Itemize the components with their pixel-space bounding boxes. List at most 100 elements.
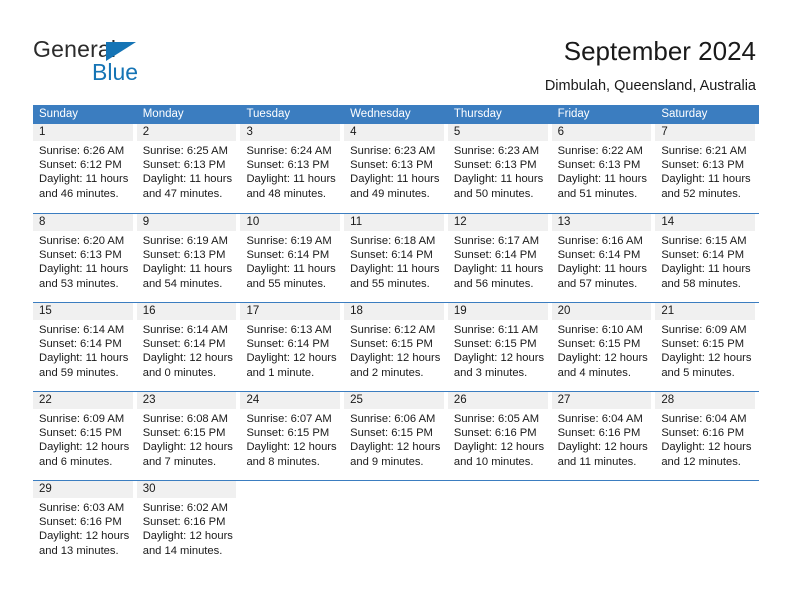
brand-logo[interactable]: General Blue [33, 36, 203, 86]
calendar-day-cell[interactable]: 4 Sunrise: 6:23 AM Sunset: 6:13 PM Daylight… [344, 124, 448, 213]
calendar-day-cell[interactable]: 17 Sunrise: 6:13 AM Sunset: 6:14 PM Dayligh… [240, 303, 344, 391]
weekday-header-friday: Friday [557, 108, 590, 120]
daylight-text-line1: Daylight: 12 hours [142, 352, 233, 365]
daylight-text-line2: and 58 minutes. [661, 277, 741, 290]
sunrise-text: Sunrise: 6:09 AM [661, 324, 747, 336]
sunrise-text: Sunrise: 6:24 AM [246, 145, 332, 157]
calendar-day-cell[interactable]: 15 Sunrise: 6:14 AM Sunset: 6:14 PM Dayligh… [33, 303, 137, 391]
sunrise-text: Sunrise: 6:15 AM [661, 235, 747, 247]
sunrise-text: Sunrise: 6:12 AM [350, 324, 436, 336]
day-number: 4 [344, 124, 444, 141]
sunrise-text: Sunrise: 6:19 AM [246, 235, 332, 247]
sunset-text: Sunset: 6:13 PM [557, 159, 641, 172]
daylight-text-line1: Daylight: 12 hours [453, 352, 545, 365]
day-details: Sunrise: 6:14 AM Sunset: 6:14 PM Daylight:… [33, 320, 133, 380]
day-cell-inner: 29 Sunrise: 6:03 AM Sunset: 6:16 PM Dayligh… [33, 481, 133, 569]
brand-name-blue: Blue [92, 59, 139, 85]
calendar-day-cell[interactable]: 24 Sunrise: 6:07 AM Sunset: 6:15 PM Dayligh… [240, 392, 344, 480]
calendar-day-cell[interactable]: 9 Sunrise: 6:19 AM Sunset: 6:13 PM Daylight… [136, 214, 241, 302]
day-details: Sunrise: 6:17 AM Sunset: 6:14 PM Daylight:… [448, 231, 548, 291]
daylight-text-line2: and 4 minutes. [557, 366, 631, 379]
calendar-day-cell[interactable]: 28 Sunrise: 6:04 AM Sunset: 6:16 PM Dayligh… [655, 392, 759, 480]
calendar-day-cell[interactable]: 16 Sunrise: 6:14 AM Sunset: 6:14 PM Dayligh… [136, 303, 241, 391]
daylight-text-line1: Daylight: 12 hours [453, 441, 545, 454]
sunrise-text: Sunrise: 6:04 AM [557, 413, 643, 425]
sunset-text: Sunset: 6:16 PM [453, 427, 537, 440]
sunrise-text: Sunrise: 6:14 AM [39, 324, 125, 336]
day-number: 8 [33, 214, 133, 231]
calendar-day-cell[interactable]: 6 Sunrise: 6:22 AM Sunset: 6:13 PM Daylight… [551, 124, 656, 213]
daylight-text-line1: Daylight: 12 hours [350, 352, 441, 365]
calendar-day-cell[interactable]: 2 Sunrise: 6:25 AM Sunset: 6:13 PM Daylight… [136, 124, 241, 213]
day-cell-inner: 25 Sunrise: 6:06 AM Sunset: 6:15 PM Dayligh… [344, 392, 444, 480]
daylight-text-line1: Daylight: 12 hours [557, 352, 648, 365]
calendar-day-cell[interactable]: 12 Sunrise: 6:17 AM Sunset: 6:14 PM Dayligh… [447, 214, 552, 302]
daylight-text-line2: and 13 minutes. [39, 544, 119, 557]
calendar-day-cell[interactable]: 21 Sunrise: 6:09 AM Sunset: 6:15 PM Dayligh… [655, 303, 759, 391]
sunset-text: Sunset: 6:14 PM [246, 249, 330, 262]
sunrise-text: Sunrise: 6:09 AM [39, 413, 125, 425]
calendar-day-cell[interactable]: 20 Sunrise: 6:10 AM Sunset: 6:15 PM Dayligh… [551, 303, 656, 391]
daylight-text-line2: and 50 minutes. [453, 187, 534, 200]
sunset-text: Sunset: 6:14 PM [246, 338, 330, 351]
calendar-day-cell[interactable]: 25 Sunrise: 6:06 AM Sunset: 6:15 PM Dayligh… [344, 392, 448, 480]
day-number: 1 [33, 124, 133, 141]
daylight-text-line1: Daylight: 12 hours [350, 441, 441, 454]
day-number: 22 [33, 392, 133, 409]
calendar-week-row: 29 Sunrise: 6:03 AM Sunset: 6:16 PM Dayligh… [33, 480, 759, 569]
sunrise-text: Sunrise: 6:14 AM [142, 324, 228, 336]
sunset-text: Sunset: 6:13 PM [142, 249, 226, 262]
sunrise-text: Sunrise: 6:13 AM [246, 324, 332, 336]
calendar-day-cell[interactable]: 10 Sunrise: 6:19 AM Sunset: 6:14 PM Dayligh… [240, 214, 344, 302]
day-details: Sunrise: 6:03 AM Sunset: 6:16 PM Daylight:… [33, 498, 133, 558]
daylight-text-line1: Daylight: 11 hours [39, 263, 129, 276]
day-number [344, 481, 444, 498]
day-cell-inner [655, 481, 755, 569]
calendar-day-cell[interactable]: 29 Sunrise: 6:03 AM Sunset: 6:16 PM Dayligh… [33, 481, 137, 569]
day-number: 2 [136, 124, 237, 141]
daylight-text-line1: Daylight: 11 hours [661, 263, 751, 276]
sunset-text: Sunset: 6:14 PM [661, 249, 745, 262]
day-number: 17 [240, 303, 341, 320]
daylight-text-line1: Daylight: 11 hours [661, 173, 751, 186]
calendar-week-row: 1 Sunrise: 6:26 AM Sunset: 6:12 PM Daylight… [33, 124, 759, 213]
calendar-day-cell[interactable]: 22 Sunrise: 6:09 AM Sunset: 6:15 PM Dayligh… [33, 392, 137, 480]
day-details: Sunrise: 6:19 AM Sunset: 6:14 PM Daylight:… [240, 231, 340, 291]
day-number: 16 [136, 303, 237, 320]
sunrise-text: Sunrise: 6:22 AM [557, 145, 643, 157]
calendar-empty-cell [344, 481, 448, 569]
calendar-day-cell[interactable]: 13 Sunrise: 6:16 AM Sunset: 6:14 PM Dayligh… [551, 214, 656, 302]
page-subtitle: Dimbulah, Queensland, Australia [544, 78, 756, 94]
day-cell-inner: 19 Sunrise: 6:11 AM Sunset: 6:15 PM Dayligh… [447, 303, 548, 391]
calendar-day-cell[interactable]: 18 Sunrise: 6:12 AM Sunset: 6:15 PM Dayligh… [344, 303, 448, 391]
day-details: Sunrise: 6:14 AM Sunset: 6:14 PM Daylight:… [137, 320, 237, 380]
sunrise-text: Sunrise: 6:02 AM [142, 502, 228, 514]
day-details: Sunrise: 6:15 AM Sunset: 6:14 PM Daylight:… [655, 231, 755, 291]
day-cell-inner: 2 Sunrise: 6:25 AM Sunset: 6:13 PM Daylight… [136, 124, 237, 213]
daylight-text-line2: and 52 minutes. [661, 187, 741, 200]
calendar-day-cell[interactable]: 5 Sunrise: 6:23 AM Sunset: 6:13 PM Daylight… [447, 124, 552, 213]
day-number: 30 [136, 481, 237, 498]
calendar-day-cell[interactable]: 7 Sunrise: 6:21 AM Sunset: 6:13 PM Daylight… [655, 124, 759, 213]
daylight-text-line2: and 55 minutes. [246, 277, 327, 290]
daylight-text-line2: and 14 minutes. [142, 544, 223, 557]
calendar-day-cell[interactable]: 11 Sunrise: 6:18 AM Sunset: 6:14 PM Dayligh… [344, 214, 448, 302]
calendar-day-cell[interactable]: 3 Sunrise: 6:24 AM Sunset: 6:13 PM Daylight… [240, 124, 344, 213]
daylight-text-line1: Daylight: 11 hours [39, 352, 129, 365]
day-details: Sunrise: 6:25 AM Sunset: 6:13 PM Daylight:… [137, 141, 237, 201]
sunrise-text: Sunrise: 6:03 AM [39, 502, 125, 514]
calendar-day-cell[interactable]: 26 Sunrise: 6:05 AM Sunset: 6:16 PM Dayligh… [447, 392, 552, 480]
day-number [240, 481, 340, 498]
daylight-text-line2: and 48 minutes. [246, 187, 327, 200]
calendar-day-cell[interactable]: 23 Sunrise: 6:08 AM Sunset: 6:15 PM Dayligh… [136, 392, 241, 480]
day-details: Sunrise: 6:11 AM Sunset: 6:15 PM Daylight:… [448, 320, 548, 380]
calendar-day-cell[interactable]: 14 Sunrise: 6:15 AM Sunset: 6:14 PM Dayligh… [655, 214, 759, 302]
daylight-text-line2: and 57 minutes. [557, 277, 638, 290]
calendar-day-cell[interactable]: 27 Sunrise: 6:04 AM Sunset: 6:16 PM Dayligh… [551, 392, 656, 480]
calendar-day-cell[interactable]: 1 Sunrise: 6:26 AM Sunset: 6:12 PM Daylight… [33, 124, 137, 213]
calendar-day-cell[interactable]: 8 Sunrise: 6:20 AM Sunset: 6:13 PM Daylight… [33, 214, 137, 302]
calendar-day-cell[interactable]: 19 Sunrise: 6:11 AM Sunset: 6:15 PM Dayligh… [447, 303, 552, 391]
calendar-day-cell[interactable]: 30 Sunrise: 6:02 AM Sunset: 6:16 PM Dayligh… [136, 481, 241, 569]
day-cell-inner: 5 Sunrise: 6:23 AM Sunset: 6:13 PM Daylight… [447, 124, 548, 213]
sunrise-text: Sunrise: 6:04 AM [661, 413, 747, 425]
